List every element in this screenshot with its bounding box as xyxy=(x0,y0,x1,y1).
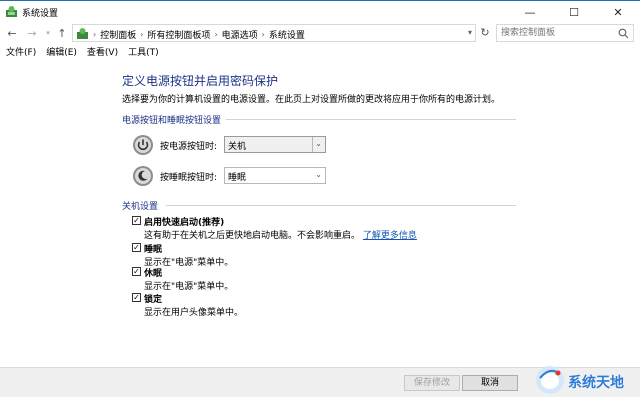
refresh-icon[interactable]: ↻ xyxy=(478,26,492,40)
fast-startup-checkbox[interactable]: ✓ xyxy=(132,216,141,225)
sleep-checkbox[interactable]: ✓ xyxy=(132,243,141,252)
up-icon[interactable]: ↑ xyxy=(54,25,70,41)
power-button-label: 按电源按钮时: xyxy=(160,142,218,152)
menu-tools[interactable]: 工具(T) xyxy=(128,45,159,60)
window-title: 系统设置 xyxy=(22,9,59,19)
option-description: 显示在"电源"菜单中。 xyxy=(144,282,234,292)
watermark: 系统天地 xyxy=(530,362,640,397)
search-input[interactable] xyxy=(497,25,615,41)
breadcrumb-item[interactable]: 电源选项 xyxy=(222,28,258,41)
menu-file[interactable]: 文件(F) xyxy=(6,45,36,60)
breadcrumb-item[interactable]: 控制面板 xyxy=(100,28,136,41)
chevron-right-icon: › xyxy=(140,30,144,39)
address-box[interactable]: › 控制面板 › 所有控制面板项 › 电源选项 › 系统设置 ▾ xyxy=(72,24,476,42)
title-bar: 系统设置 — ☐ ✕ xyxy=(0,0,640,22)
watermark-text: 系统天地 xyxy=(568,375,624,391)
back-icon[interactable]: ← xyxy=(4,25,20,41)
sleep-button-label: 按睡眠按钮时: xyxy=(160,173,218,183)
chevron-right-icon: › xyxy=(261,30,265,39)
page-intro: 选择要为你的计算机设置的电源设置。在此页上对设置所做的更改将应用于你所有的电源计… xyxy=(122,95,501,105)
sleep-icon xyxy=(132,165,154,187)
forward-icon[interactable]: → xyxy=(24,25,40,41)
divider xyxy=(226,119,516,120)
chevron-down-icon[interactable]: ▾ xyxy=(468,28,472,37)
chevron-right-icon: › xyxy=(214,30,218,39)
option-description: 显示在用户头像菜单中。 xyxy=(144,308,244,318)
sleep-button-select[interactable]: 睡眠 ⌄ xyxy=(224,167,326,184)
cancel-button[interactable]: 取消 xyxy=(462,375,518,391)
option-title: 睡眠 xyxy=(144,245,163,255)
shutdown-section-heading: 关机设置 xyxy=(122,202,159,212)
menu-edit[interactable]: 编辑(E) xyxy=(46,45,77,60)
power-button-select[interactable]: 关机 ⌄ xyxy=(224,136,326,153)
save-changes-button[interactable]: 保存修改 xyxy=(404,375,460,391)
power-section-heading: 电源按钮和睡眠按钮设置 xyxy=(122,116,222,126)
chevron-down-icon: ⌄ xyxy=(315,139,322,148)
option-title: 锁定 xyxy=(144,295,163,305)
close-button[interactable]: ✕ xyxy=(596,1,640,23)
control-panel-icon xyxy=(76,27,89,40)
select-value: 睡眠 xyxy=(228,173,247,183)
breadcrumb-item[interactable]: 系统设置 xyxy=(269,28,305,41)
power-icon xyxy=(132,134,154,156)
chevron-down-icon: ⌄ xyxy=(315,170,322,179)
option-title: 休眠 xyxy=(144,269,163,279)
breadcrumb-item[interactable]: 所有控制面板项 xyxy=(147,28,210,41)
learn-more-link[interactable]: 了解更多信息 xyxy=(363,231,417,241)
hibernate-checkbox[interactable]: ✓ xyxy=(132,267,141,276)
menu-view[interactable]: 查看(V) xyxy=(87,45,118,60)
divider xyxy=(166,205,516,206)
option-description: 这有助于在关机之后更快地启动电脑。不会影响重启。 了解更多信息 xyxy=(144,228,417,241)
menu-bar: 文件(F) 编辑(E) 查看(V) 工具(T) xyxy=(0,45,640,60)
breadcrumb: › 控制面板 › 所有控制面板项 › 电源选项 › 系统设置 xyxy=(93,28,305,41)
minimize-button[interactable]: — xyxy=(508,1,552,23)
chevron-right-icon: › xyxy=(93,30,97,39)
option-desc-text: 这有助于在关机之后更快地启动电脑。不会影响重启。 xyxy=(144,231,361,241)
search-box[interactable] xyxy=(496,24,634,42)
watermark-logo-icon xyxy=(534,364,566,397)
search-icon xyxy=(618,28,629,39)
lock-checkbox[interactable]: ✓ xyxy=(132,293,141,302)
page-title: 定义电源按钮并启用密码保护 xyxy=(122,74,279,88)
main-content: 定义电源按钮并启用密码保护 选择要为你的计算机设置的电源设置。在此页上对设置所做… xyxy=(0,60,640,367)
maximize-button[interactable]: ☐ xyxy=(552,1,596,23)
select-value: 关机 xyxy=(228,142,247,152)
option-title: 启用快速启动(推荐) xyxy=(144,218,225,228)
control-panel-icon xyxy=(5,5,18,18)
